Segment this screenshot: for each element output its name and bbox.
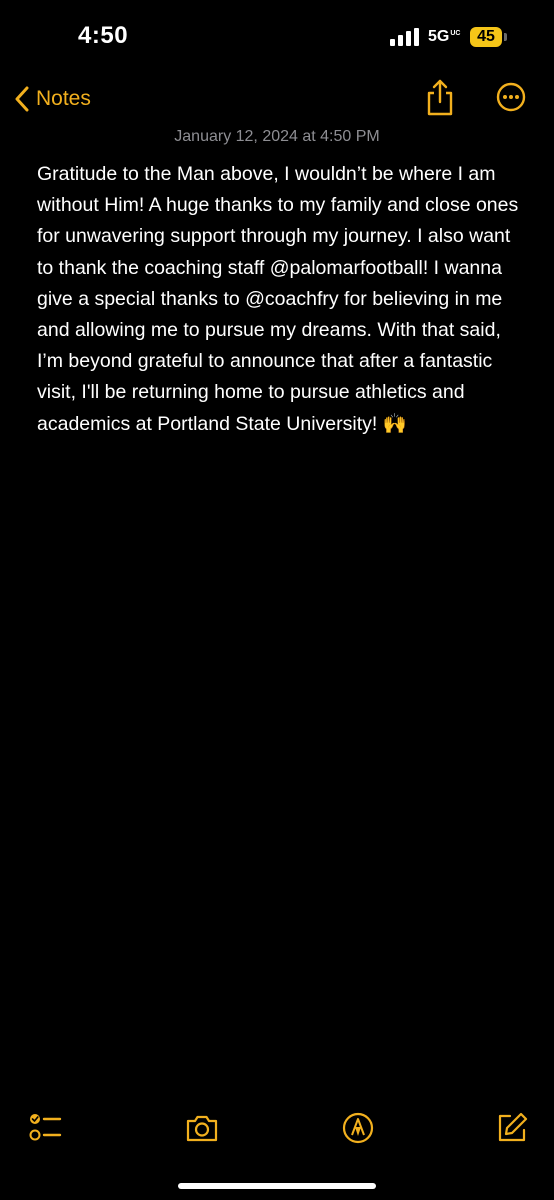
network-indicator: 5GUC — [428, 28, 461, 46]
note-timestamp: January 12, 2024 at 4:50 PM — [174, 128, 380, 145]
status-bar: 4:50 5GUC 45 — [0, 0, 554, 74]
back-label: Notes — [36, 87, 91, 110]
checklist-icon[interactable] — [28, 1110, 64, 1146]
battery-indicator: 45 — [470, 27, 502, 47]
home-indicator[interactable] — [178, 1183, 376, 1189]
compose-icon[interactable] — [494, 1110, 530, 1146]
network-suffix: UC — [450, 30, 461, 37]
notes-screen: 4:50 5GUC 45 Notes January 12, 2024 at 4… — [0, 0, 554, 1200]
network-type: 5G — [428, 28, 450, 45]
back-button[interactable]: Notes — [14, 82, 91, 116]
more-icon[interactable] — [496, 82, 526, 112]
battery-cap — [504, 33, 507, 41]
camera-icon[interactable] — [184, 1110, 220, 1146]
chevron-left-icon — [15, 86, 29, 112]
markup-icon[interactable] — [340, 1110, 376, 1146]
status-time: 4:50 — [78, 22, 129, 49]
note-body[interactable]: Gratitude to the Man above, I wouldn’t b… — [37, 159, 523, 440]
share-icon[interactable] — [424, 78, 456, 118]
nav-bar: Notes — [0, 74, 554, 124]
cellular-signal-icon — [390, 28, 419, 46]
